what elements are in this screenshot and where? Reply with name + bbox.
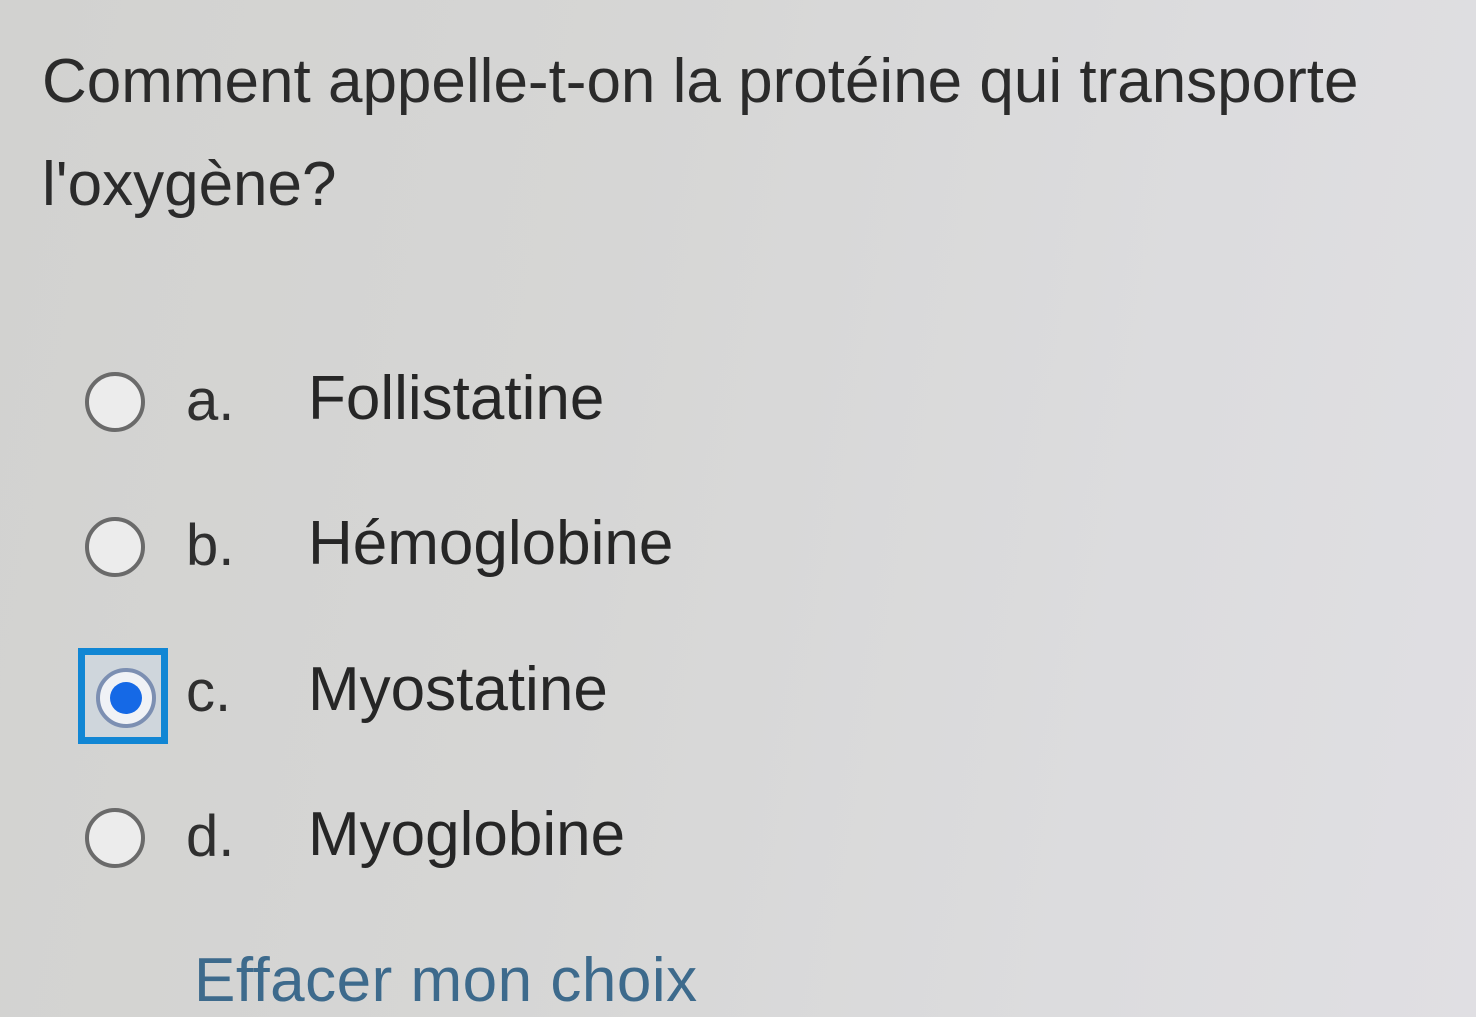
option-b-label[interactable]: Hémoglobine xyxy=(308,508,673,579)
option-b-letter: b. xyxy=(186,513,235,578)
option-c-label[interactable]: Myostatine xyxy=(308,654,608,725)
option-c-radio-wrapper[interactable] xyxy=(78,648,168,744)
option-b-radio-wrapper[interactable] xyxy=(78,502,168,598)
option-a[interactable]: a. Follistatine xyxy=(78,357,778,457)
option-a-label[interactable]: Follistatine xyxy=(308,363,604,434)
option-b[interactable]: b. Hémoglobine xyxy=(78,502,778,602)
option-c-radio-dot xyxy=(110,682,142,714)
option-a-letter: a. xyxy=(186,368,235,433)
option-d-radio[interactable] xyxy=(85,808,145,868)
option-d-letter: d. xyxy=(186,804,235,869)
option-d-radio-wrapper[interactable] xyxy=(78,793,168,889)
option-d-label[interactable]: Myoglobine xyxy=(308,799,625,870)
question-line-2: l'oxygène? xyxy=(42,150,337,219)
option-b-radio[interactable] xyxy=(85,517,145,577)
option-a-radio[interactable] xyxy=(85,372,145,432)
option-c-letter: c. xyxy=(186,659,232,724)
option-a-radio-wrapper[interactable] xyxy=(78,357,168,453)
option-d[interactable]: d. Myoglobine xyxy=(78,793,778,893)
question-text: Comment appelle-t-on la protéine qui tra… xyxy=(42,30,1442,236)
question-line-1: Comment appelle-t-on la protéine qui tra… xyxy=(42,47,1359,116)
option-c[interactable]: c. Myostatine xyxy=(78,648,778,748)
clear-choice-link[interactable]: Effacer mon choix xyxy=(194,945,698,1016)
option-c-radio[interactable] xyxy=(96,668,156,728)
